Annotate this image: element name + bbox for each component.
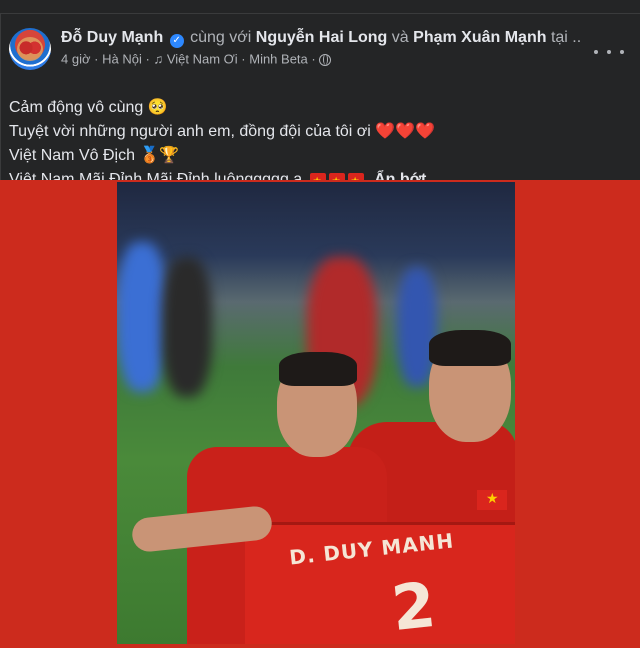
jersey-number: 2 [388, 567, 439, 644]
author-name[interactable]: Đỗ Duy Mạnh [61, 29, 163, 46]
more-options-icon[interactable] [594, 42, 624, 62]
pleading-face-icon: 🥺 [147, 99, 168, 116]
music-icon: ♫ [153, 51, 164, 67]
caption-line-2: Tuyệt vời những người anh em, đồng đội c… [9, 123, 436, 140]
post-music[interactable]: Việt Nam Ơi · Minh Beta [167, 52, 308, 67]
location-truncated: tại ... [550, 29, 581, 46]
post-meta: Đỗ Duy Mạnh ✓ cùng với Nguyễn Hai Long v… [61, 28, 581, 69]
author-avatar[interactable] [9, 28, 51, 70]
globe-icon[interactable] [319, 53, 332, 66]
medal-trophy-icons: 🥉🏆 [139, 147, 180, 164]
post-photo-frame[interactable]: D. DUY MANH 2 [0, 180, 640, 648]
post-photo[interactable]: D. DUY MANH 2 [117, 182, 515, 644]
verified-badge-icon: ✓ [169, 34, 184, 48]
post-caption: Cảm động vô cùng 🥺 Tuyệt vời những người… [9, 96, 629, 194]
shirt-flag-icon [477, 490, 507, 510]
and-text: và [391, 29, 409, 46]
top-bar [0, 0, 640, 14]
caption-line-1: Cảm động vô cùng 🥺 [9, 99, 168, 116]
with-text: cùng với [190, 29, 252, 46]
post-time[interactable]: 4 giờ [61, 52, 91, 67]
post-location[interactable]: Hà Nội [102, 52, 142, 67]
post-header: Đỗ Duy Mạnh ✓ cùng với Nguyễn Hai Long v… [9, 28, 633, 72]
tagged-person-2[interactable]: Phạm Xuân Mạnh [413, 29, 546, 46]
tagged-person-1[interactable]: Nguyễn Hai Long [256, 29, 388, 46]
heart-icons: ❤️❤️❤️ [375, 123, 436, 140]
post-subline: 4 giờ · Hà Nội · ♫ Việt Nam Ơi · Minh Be… [61, 50, 581, 69]
post-author-line: Đỗ Duy Mạnh ✓ cùng với Nguyễn Hai Long v… [61, 28, 581, 48]
caption-line-3: Việt Nam Vô Địch 🥉🏆 [9, 147, 180, 164]
